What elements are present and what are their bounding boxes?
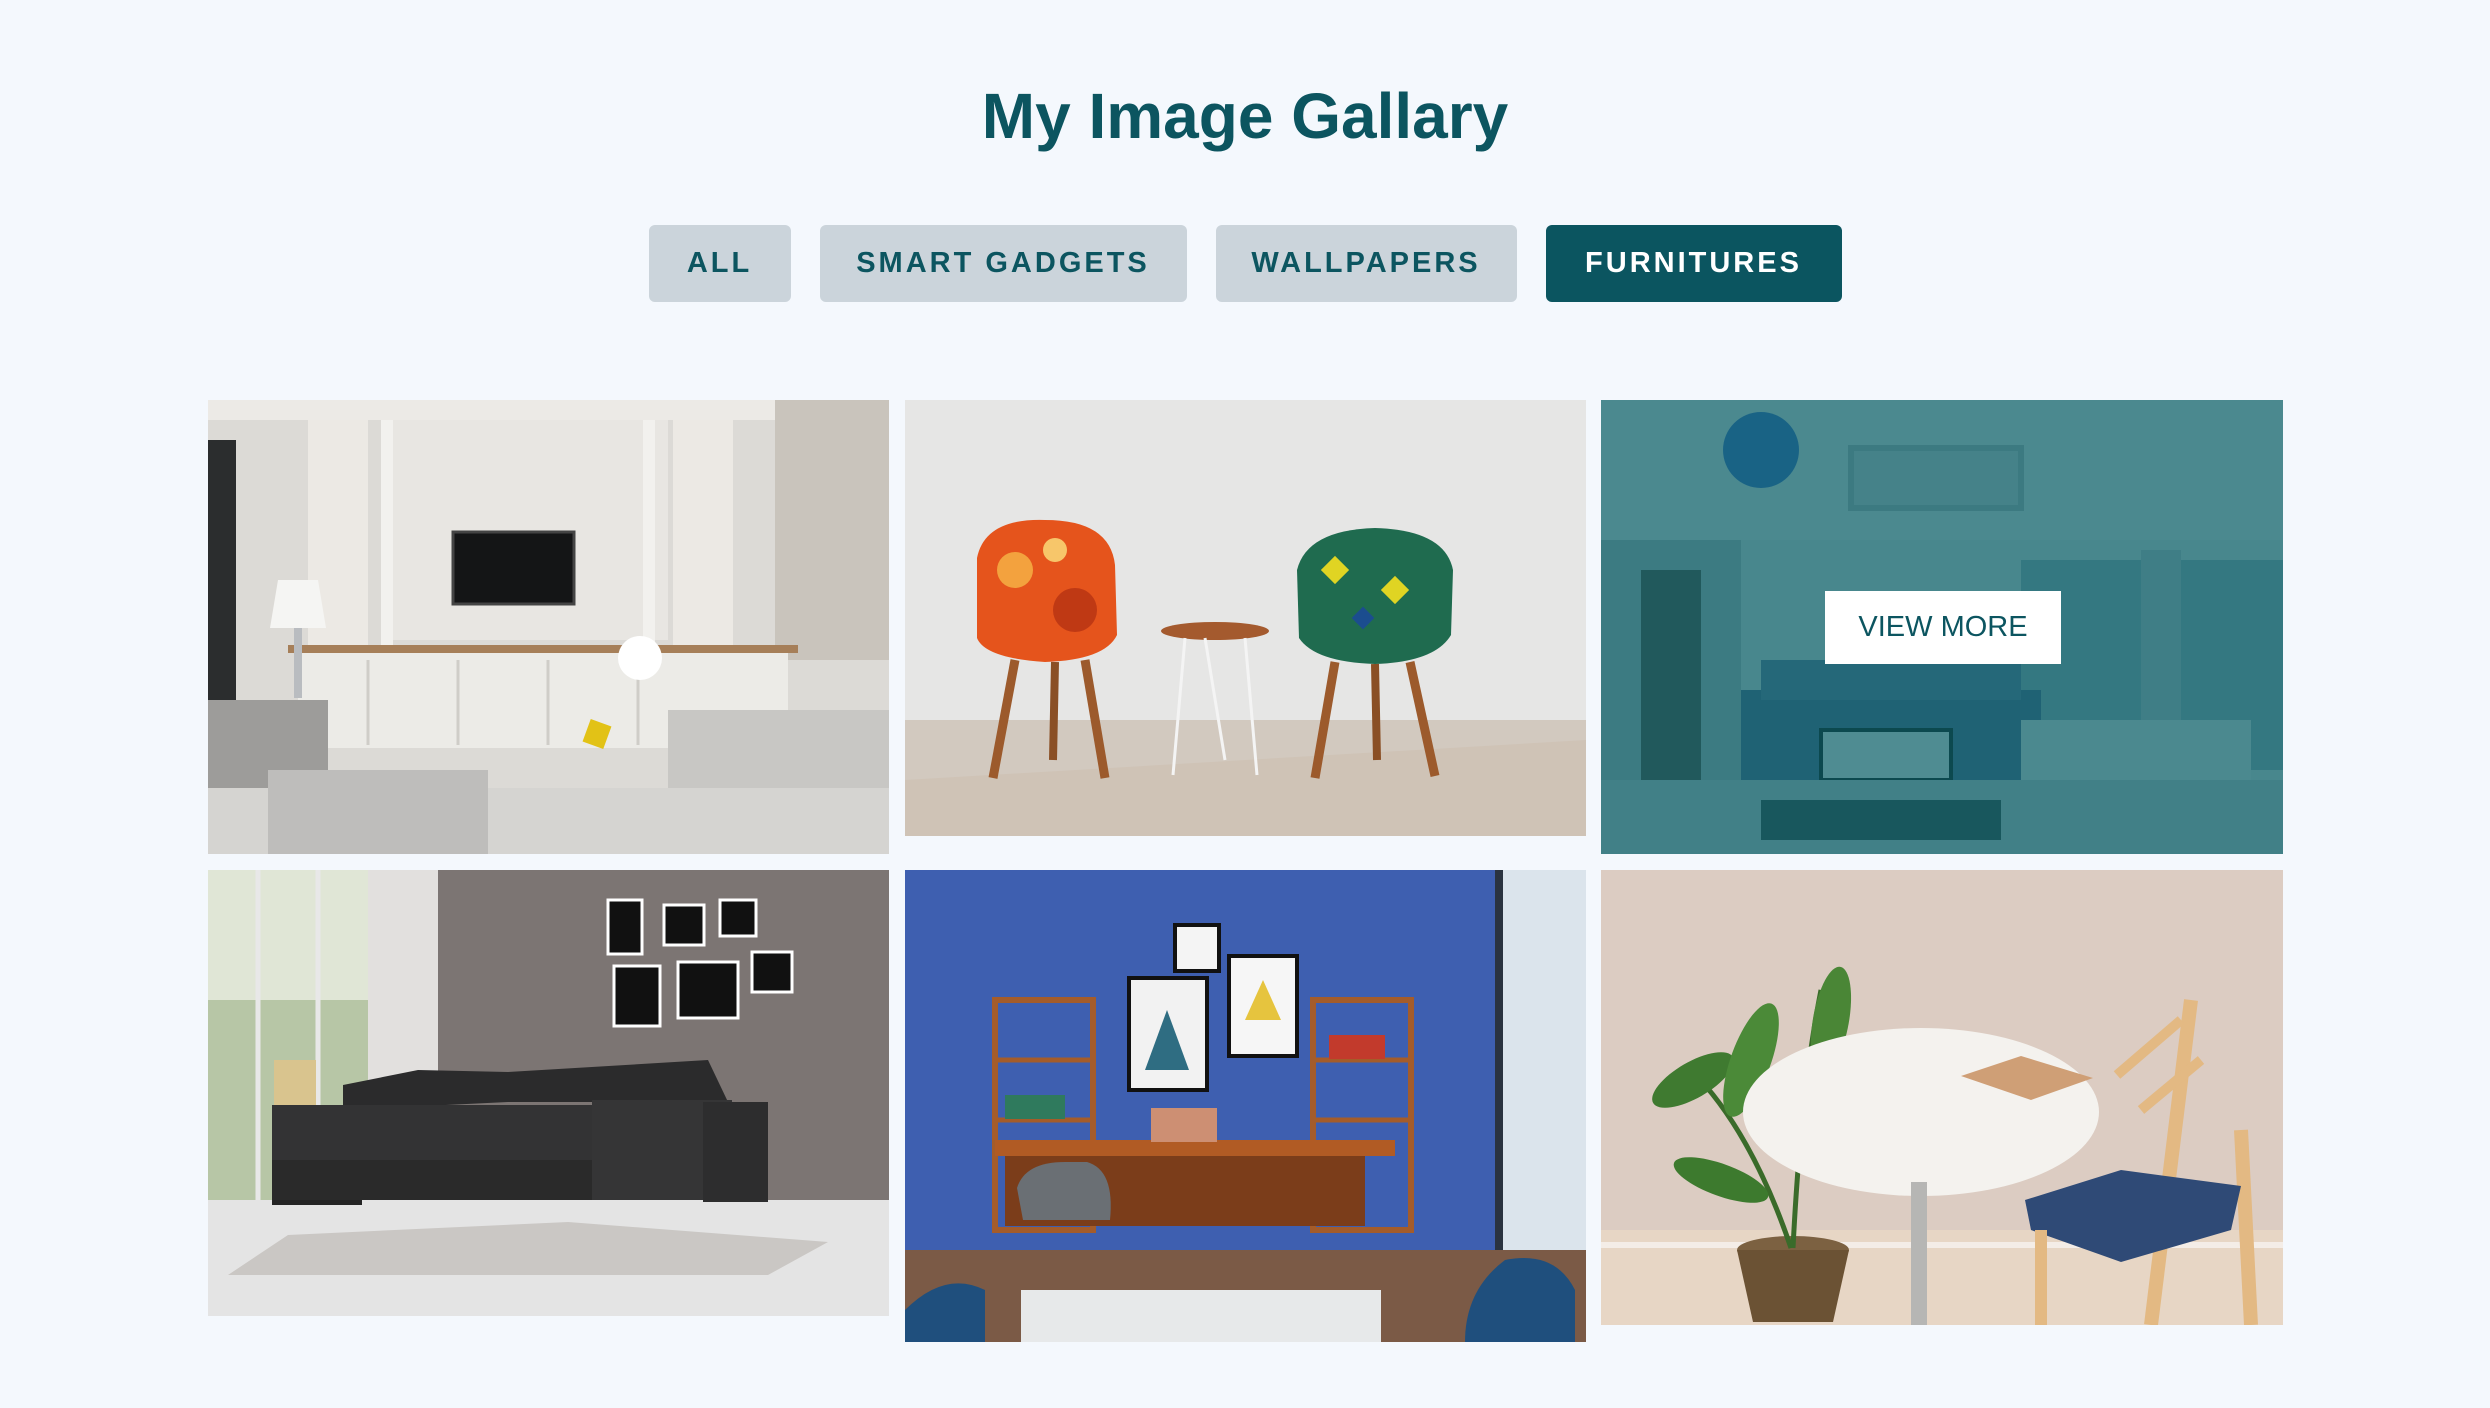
table-image	[1601, 870, 2283, 1325]
image-gallery: VIEW MORE	[0, 400, 2490, 1360]
gallery-item-study[interactable]	[905, 870, 1586, 1342]
living-room-image	[208, 400, 889, 854]
filter-wallpapers-button[interactable]: WALLPAPERS	[1215, 225, 1517, 302]
filter-bar: ALL SMART GADGETS WALLPAPERS FURNITURES	[0, 225, 2490, 302]
gallery-item-living-room[interactable]	[208, 400, 889, 854]
gallery-item-sofa[interactable]	[208, 870, 889, 1316]
study-image	[905, 870, 1586, 1342]
filter-smart-gadgets-button[interactable]: SMART GADGETS	[819, 225, 1187, 302]
gallery-item-chairs[interactable]	[905, 400, 1586, 836]
gallery-item-table[interactable]	[1601, 870, 2283, 1325]
filter-furnitures-button[interactable]: FURNITURES	[1545, 225, 1842, 302]
gallery-item-open-plan[interactable]: VIEW MORE	[1601, 400, 2283, 854]
filter-all-button[interactable]: ALL	[648, 225, 791, 302]
chairs-image	[905, 400, 1586, 836]
page-title: My Image Gallary	[981, 80, 1509, 152]
sofa-image	[208, 870, 889, 1316]
view-more-button[interactable]: VIEW MORE	[1825, 591, 2061, 664]
